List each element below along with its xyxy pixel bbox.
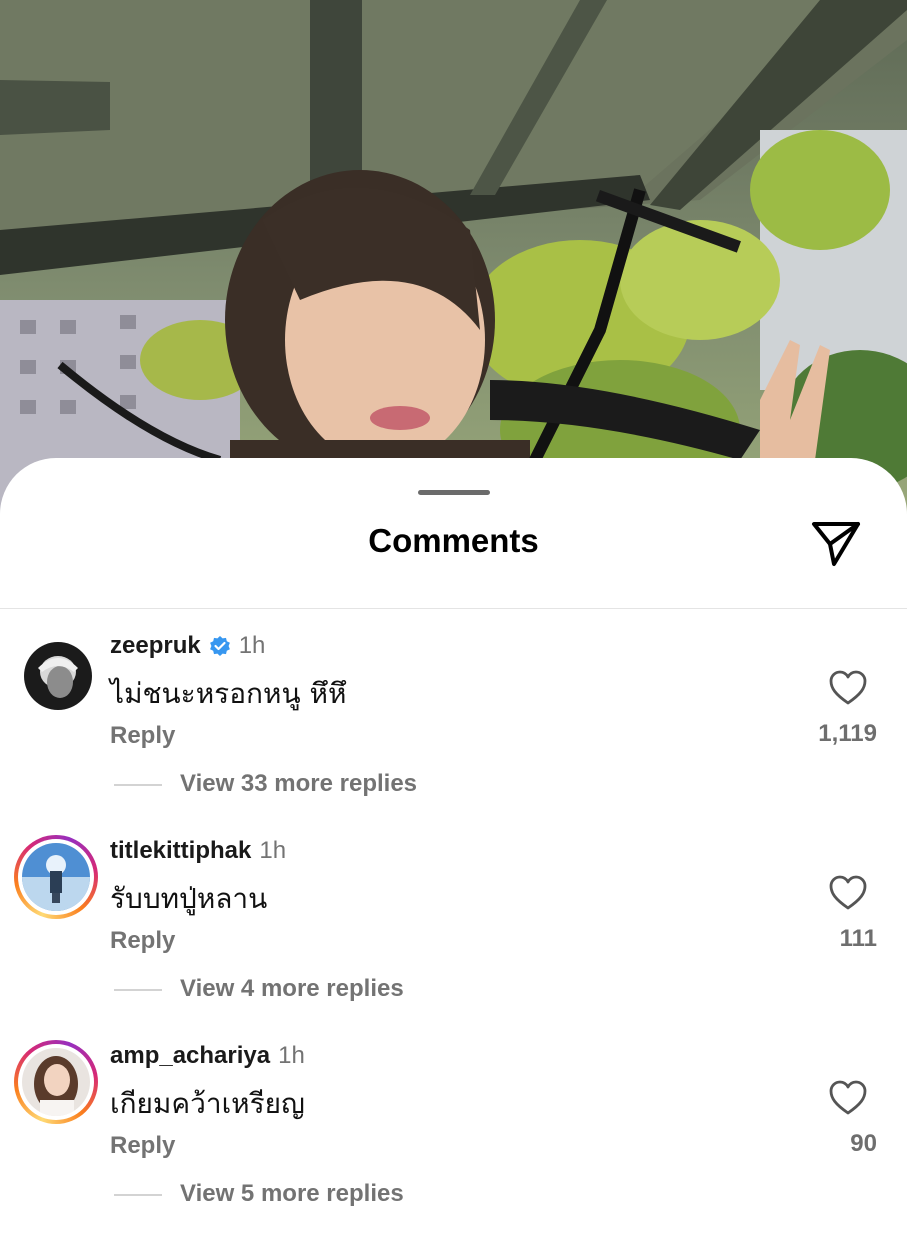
avatar-image	[24, 642, 92, 710]
verified-badge-icon	[209, 636, 230, 656]
post-photo	[0, 0, 907, 520]
like-count: 90	[850, 1130, 877, 1157]
reply-button[interactable]: Reply	[110, 927, 175, 955]
comment-username[interactable]: titlekittiphak	[110, 837, 251, 865]
avatar-image	[22, 1048, 90, 1116]
avatar-story-ring[interactable]	[14, 835, 98, 919]
heart-outline-icon[interactable]	[829, 875, 867, 911]
avatar-image	[22, 843, 90, 911]
comment-username[interactable]: zeepruk	[110, 632, 201, 660]
avatar[interactable]	[24, 642, 92, 710]
reply-button[interactable]: Reply	[110, 722, 175, 750]
avatar	[22, 1048, 90, 1116]
replies-line	[114, 784, 162, 786]
like-count: 111	[839, 925, 877, 952]
view-more-replies[interactable]: View 4 more replies	[180, 975, 404, 1003]
comment-text: รับบทปู่หลาน	[110, 882, 268, 915]
share-button[interactable]	[806, 516, 866, 570]
comment-header: titlekittiphak 1h	[110, 835, 286, 867]
avatar	[22, 843, 90, 911]
comment-header: zeepruk 1h	[110, 630, 265, 662]
replies-line	[114, 1194, 162, 1196]
comment-header: amp_achariya 1h	[110, 1040, 305, 1072]
like-count: 1,119	[818, 720, 877, 747]
avatar-story-ring[interactable]	[14, 1040, 98, 1124]
comment-time: 1h	[278, 1042, 305, 1069]
header-divider	[0, 608, 907, 609]
paper-plane-icon	[812, 522, 860, 566]
comment-time: 1h	[238, 632, 266, 659]
comment-text: ไม่ชนะหรอกหนู หึหึ	[110, 677, 347, 710]
post-photo-illustration	[0, 0, 907, 520]
view-more-replies[interactable]: View 5 more replies	[180, 1180, 404, 1208]
view-more-replies[interactable]: View 33 more replies	[180, 770, 417, 798]
comment-username[interactable]: amp_achariya	[110, 1042, 270, 1070]
comment-text: เกียมคว้าเหรียญ	[110, 1087, 305, 1120]
heart-outline-icon[interactable]	[829, 1080, 867, 1116]
comment-item: zeepruk 1h ไม่ชนะหรอกหนู หึหึ Reply 1,11…	[0, 630, 907, 830]
comment-item: titlekittiphak 1h รับบทปู่หลาน Reply 111…	[0, 835, 907, 1035]
heart-outline-icon[interactable]	[829, 670, 867, 706]
sheet-title: Comments	[368, 522, 539, 559]
comment-time: 1h	[259, 837, 287, 864]
replies-line	[114, 989, 162, 991]
comments-sheet: Comments zeepruk 1h ไม่ชนะหรอกหนู หึหึ R…	[0, 458, 907, 1207]
sheet-drag-handle[interactable]	[418, 490, 490, 495]
reply-button[interactable]: Reply	[110, 1132, 175, 1160]
comment-item: amp_achariya 1h เกียมคว้าเหรียญ Reply 90…	[0, 1040, 907, 1240]
